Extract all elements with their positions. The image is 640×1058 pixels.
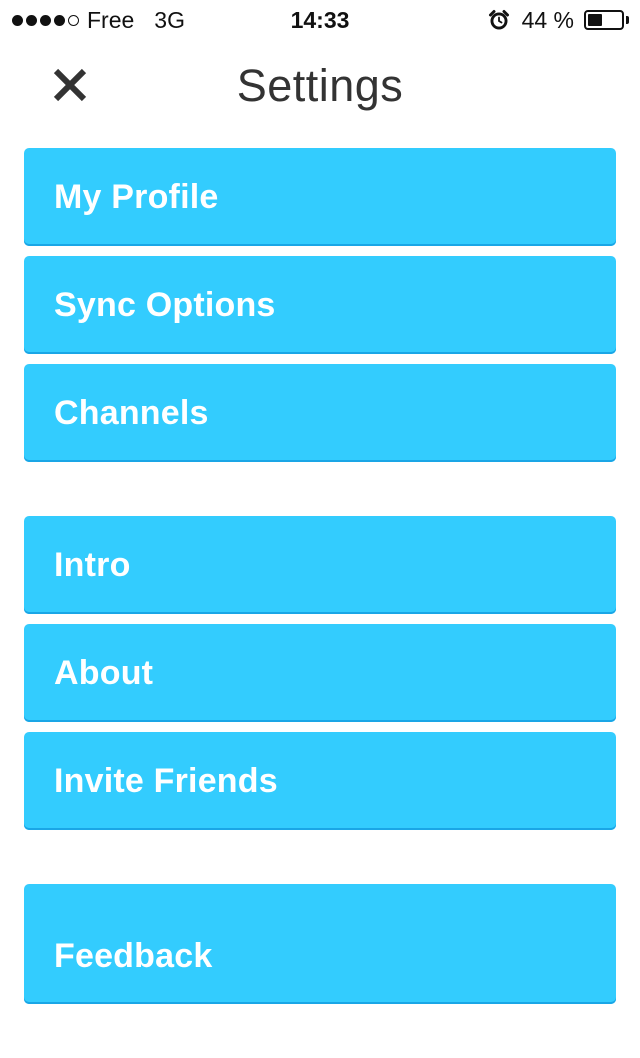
menu-item-channels[interactable]: Channels xyxy=(24,364,616,462)
header: Settings xyxy=(0,40,640,134)
status-bar: Free 3G 14:33 44 % xyxy=(0,0,640,40)
battery-tip xyxy=(626,16,629,24)
menu-item-label: Sync Options xyxy=(54,285,276,324)
menu-group-account: My Profile Sync Options Channels xyxy=(24,148,616,462)
page-title: Settings xyxy=(236,60,404,111)
battery-fill xyxy=(588,14,603,26)
menu-item-label: Feedback xyxy=(54,936,213,975)
menu-group-feedback: Feedback xyxy=(24,884,616,1004)
settings-menu: My Profile Sync Options Channels Intro A… xyxy=(24,148,616,1058)
battery-percent: 44 % xyxy=(521,6,574,33)
menu-item-label: Channels xyxy=(54,393,209,432)
menu-item-label: My Profile xyxy=(54,177,219,216)
menu-item-feedback[interactable]: Feedback xyxy=(24,884,616,1004)
battery-body xyxy=(584,10,624,30)
status-right: 44 % xyxy=(488,0,630,40)
menu-item-sync-options[interactable]: Sync Options xyxy=(24,256,616,354)
menu-group-info: Intro About Invite Friends xyxy=(24,516,616,830)
menu-item-label: Invite Friends xyxy=(54,761,278,800)
alarm-clock-icon xyxy=(488,9,510,31)
menu-item-intro[interactable]: Intro xyxy=(24,516,616,614)
battery-icon xyxy=(584,10,630,30)
menu-item-about[interactable]: About xyxy=(24,624,616,722)
menu-item-label: Intro xyxy=(54,545,131,584)
menu-item-invite-friends[interactable]: Invite Friends xyxy=(24,732,616,830)
menu-item-label: About xyxy=(54,653,154,692)
menu-item-my-profile[interactable]: My Profile xyxy=(24,148,616,246)
